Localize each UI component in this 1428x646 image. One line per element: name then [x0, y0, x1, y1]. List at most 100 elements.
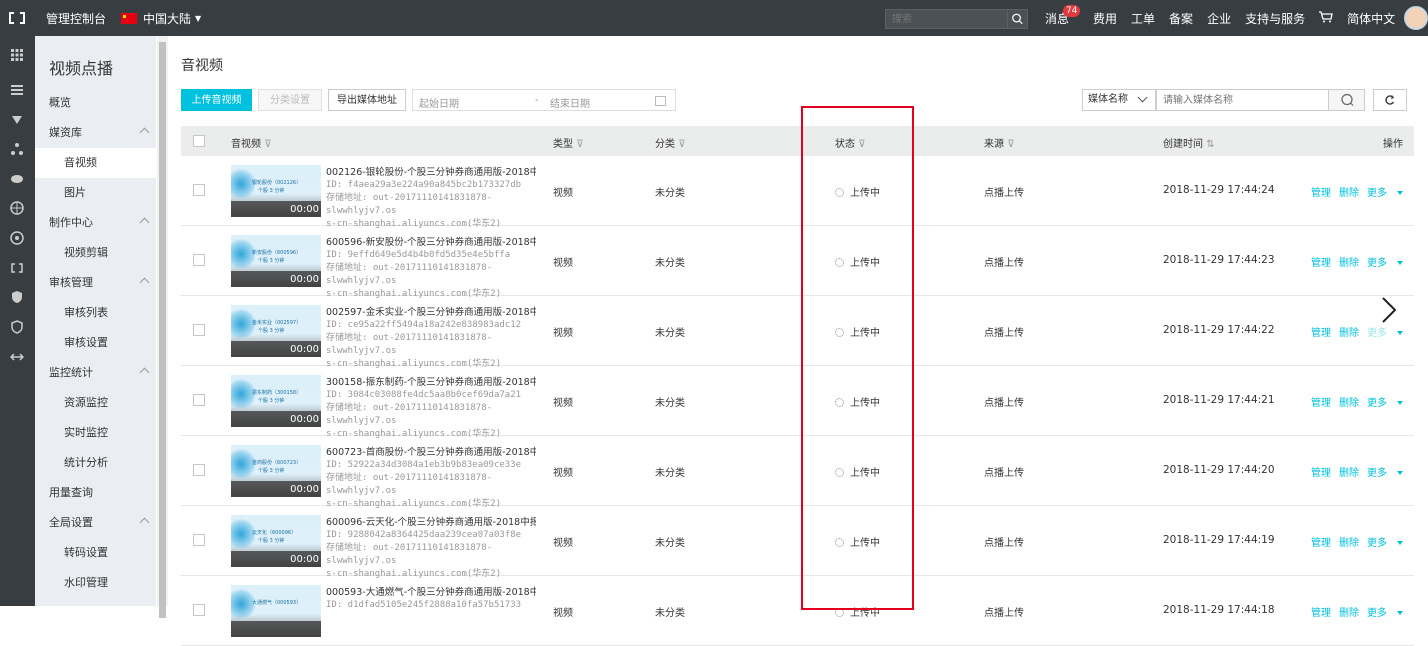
row-checkbox[interactable] [193, 534, 205, 546]
delete-link[interactable]: 删除 [1339, 328, 1359, 339]
upload-media-button[interactable]: 上传音视频 [181, 89, 252, 111]
region-selector[interactable]: 中国大陆 ▼ [121, 10, 201, 27]
more-dropdown[interactable]: 更多 [1367, 534, 1411, 549]
col-status[interactable]: 状态 ⊽ [835, 135, 866, 150]
more-dropdown[interactable]: 更多 [1367, 254, 1411, 269]
calendar-icon[interactable] [655, 96, 666, 106]
video-thumbnail[interactable]: 首商股份（600723） 个股 3 分钟 00:00 [231, 445, 321, 497]
sidebar-item[interactable]: 审核设置 [35, 328, 156, 358]
globe-icon[interactable] [10, 201, 24, 215]
aliyun-logo-icon[interactable] [8, 9, 26, 27]
col-category[interactable]: 分类 ⊽ [655, 135, 686, 150]
sidebar-item[interactable]: 用量查询 [35, 478, 156, 508]
cart-icon[interactable] [1319, 10, 1333, 26]
filter-icon[interactable]: ⊽ [264, 139, 271, 150]
more-dropdown[interactable]: 更多 [1367, 604, 1411, 619]
date-range-picker[interactable]: 起始日期 - 结束日期 [412, 89, 676, 111]
manage-link[interactable]: 管理 [1311, 538, 1331, 549]
media-title[interactable]: 600596-新安股份-个股三分钟券商通用版-2018中… [326, 236, 536, 249]
chevron-up-icon[interactable] [139, 127, 150, 138]
export-media-url-button[interactable]: 导出媒体地址 [328, 89, 406, 111]
row-checkbox[interactable] [193, 324, 205, 336]
table-row[interactable]: 振东制药（300158） 个股 3 分钟 00:00 300158-振东制药-个股三分… [181, 366, 1414, 439]
delete-link[interactable]: 删除 [1339, 468, 1359, 479]
delete-link[interactable]: 删除 [1339, 188, 1359, 199]
sidebar-item[interactable]: 制作中心 [35, 208, 156, 238]
media-title[interactable]: 002597-金禾实业-个股三分钟券商通用版-2018中… [326, 306, 536, 319]
video-thumbnail[interactable]: 大通燃气（000593） [231, 585, 321, 637]
chevron-up-icon[interactable] [139, 277, 150, 288]
scrollbar-thumb[interactable] [159, 42, 166, 618]
cloud-icon[interactable] [10, 171, 24, 185]
refresh-button[interactable] [1373, 89, 1407, 111]
category-settings-button[interactable]: 分类设置 [258, 89, 322, 111]
start-date-field[interactable]: 起始日期 [419, 95, 459, 110]
sidebar-item[interactable]: 概览 [35, 88, 156, 118]
filter-icon[interactable]: ⊽ [576, 139, 583, 150]
manage-link[interactable]: 管理 [1311, 608, 1331, 619]
sidebar-item[interactable]: 统计分析 [35, 448, 156, 478]
shield-icon[interactable] [10, 290, 24, 304]
enterprise-link[interactable]: 企业 [1207, 10, 1231, 27]
language-switch[interactable]: 简体中文 [1347, 10, 1395, 27]
filter-field-select[interactable]: 媒体名称 [1082, 89, 1156, 111]
media-title[interactable]: 300158-振东制药-个股三分钟券商通用版-2018中… [326, 376, 536, 389]
sidebar-item[interactable]: 监控统计 [35, 358, 156, 388]
global-search-input[interactable] [892, 12, 1002, 26]
sidebar-item[interactable]: 全局设置 [35, 508, 156, 538]
nodes-icon[interactable] [10, 142, 24, 156]
media-title[interactable]: 600096-云天化-个股三分钟券商通用版-2018中报… [326, 516, 536, 529]
more-dropdown[interactable]: 更多 [1367, 324, 1411, 339]
filter-search-button[interactable] [1328, 89, 1365, 111]
row-checkbox[interactable] [193, 394, 205, 406]
sidebar-scrollbar[interactable] [157, 36, 168, 618]
sidebar-item[interactable]: 资源监控 [35, 388, 156, 418]
support-link[interactable]: 支持与服务 [1245, 10, 1305, 27]
chevron-up-icon[interactable] [139, 217, 150, 228]
chevron-up-icon[interactable] [139, 517, 150, 528]
col-source[interactable]: 来源 ⊽ [984, 135, 1015, 150]
arrows-icon[interactable] [10, 350, 24, 364]
manage-link[interactable]: 管理 [1311, 328, 1331, 339]
row-checkbox[interactable] [193, 464, 205, 476]
col-type[interactable]: 类型 ⊽ [553, 135, 584, 150]
col-media[interactable]: 音视频 ⊽ [231, 135, 272, 150]
chevron-up-icon[interactable] [139, 367, 150, 378]
shield-check-icon[interactable] [10, 320, 24, 334]
global-search[interactable] [885, 9, 1028, 29]
filter-icon[interactable]: ⊽ [1007, 139, 1014, 150]
delete-link[interactable]: 删除 [1339, 258, 1359, 269]
filter-icon[interactable]: ⊽ [678, 139, 685, 150]
table-row[interactable]: 新安股份（600596） 个股 3 分钟 00:00 600596-新安股份-个股三分… [181, 226, 1414, 299]
fees-link[interactable]: 费用 [1093, 10, 1117, 27]
sidebar-item[interactable]: 音视频 [35, 148, 156, 178]
list-icon[interactable] [10, 83, 24, 97]
table-row[interactable]: 云天化（600096） 个股 3 分钟 00:00 600096-云天化-个股三分钟券… [181, 506, 1414, 579]
manage-link[interactable]: 管理 [1311, 188, 1331, 199]
manage-link[interactable]: 管理 [1311, 258, 1331, 269]
more-dropdown[interactable]: 更多 [1367, 394, 1411, 409]
user-avatar[interactable] [1404, 6, 1428, 30]
sidebar-item[interactable]: 水印管理 [35, 568, 156, 598]
media-title[interactable]: 002126-银轮股份-个股三分钟券商通用版-2018中… [326, 166, 536, 179]
row-checkbox[interactable] [193, 184, 205, 196]
row-checkbox[interactable] [193, 254, 205, 266]
manage-link[interactable]: 管理 [1311, 468, 1331, 479]
manage-link[interactable]: 管理 [1311, 398, 1331, 409]
sort-icon[interactable]: ⇅ [1206, 139, 1214, 150]
console-link[interactable]: 管理控制台 [46, 10, 106, 27]
table-row[interactable]: 金禾实业（002597） 个股 3 分钟 00:00 002597-金禾实业-个股三分… [181, 296, 1414, 369]
filing-link[interactable]: 备案 [1169, 10, 1193, 27]
delete-link[interactable]: 删除 [1339, 538, 1359, 549]
bracket-icon[interactable] [10, 261, 24, 275]
grid-icon[interactable] [10, 48, 24, 62]
delete-link[interactable]: 删除 [1339, 398, 1359, 409]
video-thumbnail[interactable]: 云天化（600096） 个股 3 分钟 00:00 [231, 515, 321, 567]
video-thumbnail[interactable]: 银轮股份（002126） 个股 3 分钟 00:00 [231, 165, 321, 217]
search-icon[interactable] [1007, 10, 1027, 28]
table-row[interactable]: 首商股份（600723） 个股 3 分钟 00:00 600723-首商股份-个股三分… [181, 436, 1414, 509]
network-icon[interactable] [10, 231, 24, 245]
sidebar-item[interactable]: 实时监控 [35, 418, 156, 448]
sidebar-item[interactable]: 视频剪辑 [35, 238, 156, 268]
media-title[interactable]: 600723-首商股份-个股三分钟券商通用版-2018中… [326, 446, 536, 459]
